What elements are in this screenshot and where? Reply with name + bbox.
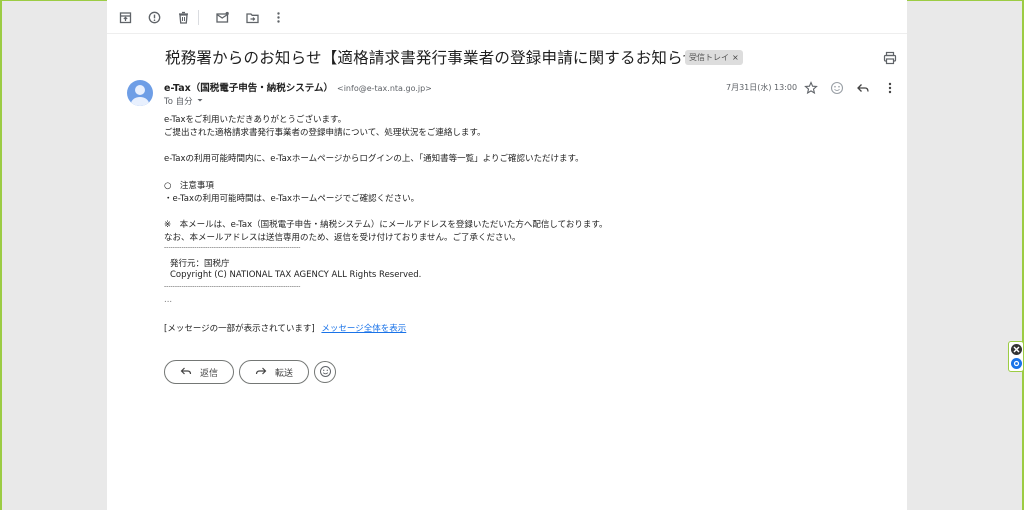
reply-label: 返信 [199,368,218,379]
extension-icon[interactable] [1011,358,1022,369]
email-subject: 税務署からのお知らせ【適格請求書発行事業者の登録申請に関するお知らせ】 [165,49,714,67]
divider-line: ----------------------------------------… [164,283,301,290]
reply-icon[interactable] [856,80,870,94]
forward-button[interactable]: 転送 [239,360,309,384]
star-icon[interactable] [804,80,818,95]
body-line: ご提出された適格請求書発行事業者の登録申請について、処理状況をご連絡します。 [164,128,486,138]
mark-unread-icon[interactable] [214,9,230,25]
inbox-label-chip[interactable]: 受信トレイ × [685,50,743,65]
trimmed-content-ellipsis[interactable]: ... [164,295,172,305]
copyright-line: Copyright (C) NATIONAL TAX AGENCY ALL Ri… [170,270,422,280]
divider-line: ----------------------------------------… [164,244,301,251]
body-line: ※ 本メールは、e-Tax（国税電子申告・納税システム）にメールアドレスを登録い… [164,220,608,230]
body-line: ○ 注意事項 [164,181,214,191]
reply-icon [180,365,192,380]
clipped-text: [メッセージの一部が表示されています] [164,324,315,334]
sender-name: e-Tax（国税電子申告・納税システム） [164,83,333,94]
smiley-icon [319,363,332,382]
email-toolbar [107,0,907,34]
emoji-reaction-icon[interactable] [830,80,844,95]
body-line: なお、本メールアドレスは送信専用のため、返信を受け付けておりません。ご了承くださ… [164,233,521,243]
toolbar-divider [198,10,199,25]
emoji-reaction-button[interactable] [314,361,336,383]
body-line: e-Taxをご利用いただきありがとうございます。 [164,115,347,125]
recipient-details[interactable]: To 自分 [164,95,204,107]
email-date: 7月31日(水) 13:00 [726,83,798,92]
body-line: ・e-Taxの利用可能時間は、e-Taxホームページでご確認ください。 [164,194,420,204]
more-icon[interactable] [270,9,286,25]
move-to-icon[interactable] [244,9,260,25]
label-text: 受信トレイ [689,53,729,62]
floating-side-widget [1008,341,1024,372]
sender-email: <info@e-tax.nta.go.jp> [337,84,432,93]
view-entire-message-link[interactable]: メッセージ全体を表示 [321,324,406,334]
email-view: 税務署からのお知らせ【適格請求書発行事業者の登録申請に関するお知らせ】 受信トレ… [107,0,907,510]
sender-info[interactable]: e-Tax（国税電子申告・納税システム） <info@e-tax.nta.go.j… [164,80,432,94]
forward-icon [255,365,267,380]
archive-icon[interactable] [117,9,133,25]
issuer-line: 発行元：国税庁 [170,259,230,269]
chevron-down-icon [196,96,204,107]
recipient-text: To 自分 [164,97,193,107]
print-icon[interactable] [883,50,897,65]
forward-label: 転送 [274,368,293,379]
delete-icon[interactable] [175,9,191,25]
more-options-icon[interactable] [883,80,897,94]
clipped-message-notice: [メッセージの一部が表示されています] メッセージ全体を表示 [164,322,406,334]
window-frame-left [0,0,2,510]
sender-avatar[interactable] [127,80,153,106]
close-icon[interactable] [1011,344,1022,355]
body-line: e-Taxの利用可能時間内に、e-Taxホームページからログインの上、「通知書等… [164,154,584,164]
report-spam-icon[interactable] [146,9,162,25]
reply-button[interactable]: 返信 [164,360,234,384]
remove-label-icon[interactable]: × [732,50,739,65]
